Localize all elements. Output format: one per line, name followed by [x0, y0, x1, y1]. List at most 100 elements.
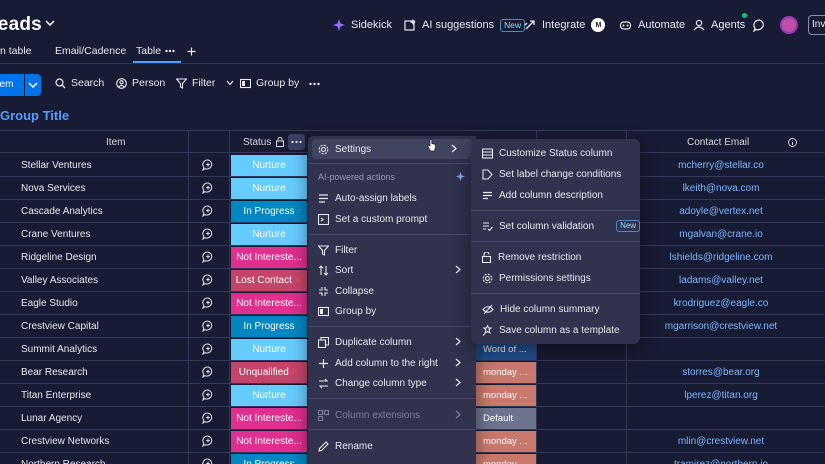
item-name[interactable]: Cascade Analytics — [21, 206, 103, 217]
group-by-button[interactable]: Group by — [240, 77, 299, 89]
integrate-button[interactable]: Integrate M — [524, 16, 606, 34]
contact-email[interactable]: ladams@valley.net — [626, 275, 816, 286]
status-badge[interactable]: Nurture — [231, 385, 307, 406]
more-icon[interactable] — [165, 49, 175, 53]
contact-email[interactable]: mgalvan@crane.io — [626, 229, 816, 240]
submenu-item-remove-restriction[interactable]: Remove restriction — [471, 247, 640, 267]
tab-table[interactable]: Table — [136, 45, 161, 57]
submenu-item-label-conditions[interactable]: Set label change conditions — [471, 164, 640, 184]
add-view-icon[interactable] — [187, 47, 196, 56]
menu-item-filter[interactable]: Filter — [308, 240, 476, 260]
column-header-contact-email[interactable]: Contact Email — [687, 137, 749, 148]
chevron-down-icon[interactable] — [226, 80, 234, 86]
contact-email[interactable]: mgarrison@crestview.net — [626, 321, 816, 332]
contact-email[interactable]: mcherry@stellar.co — [626, 160, 816, 171]
add-update-icon[interactable] — [202, 458, 214, 464]
submenu-item-save-template[interactable]: Save column as a template — [471, 320, 640, 340]
status-badge[interactable]: Not Intereste... — [231, 293, 307, 314]
menu-item-add-right[interactable]: Add column to the right — [308, 353, 476, 373]
item-name[interactable]: Crane Ventures — [21, 229, 91, 240]
status-badge[interactable]: Not Intereste... — [231, 431, 307, 452]
add-update-icon[interactable] — [202, 435, 214, 447]
source-badge[interactable]: monday ... — [476, 431, 536, 452]
status-badge[interactable]: Lost Contact ✕ — [231, 270, 307, 291]
ai-suggestions-button[interactable]: AI suggestions New — [404, 16, 526, 34]
status-badge[interactable]: Not Intereste... — [231, 408, 307, 429]
add-update-icon[interactable] — [202, 205, 214, 217]
item-name[interactable]: Crestview Capital — [21, 321, 99, 332]
submenu-item-customize[interactable]: Customize Status column — [471, 143, 640, 163]
invite-button[interactable]: Inv — [808, 15, 825, 35]
contact-email[interactable]: storres@bear.org — [626, 367, 816, 378]
add-update-icon[interactable] — [202, 274, 214, 286]
status-badge[interactable]: Nurture — [231, 339, 307, 360]
menu-item-auto-assign[interactable]: Auto-assign labels — [308, 188, 476, 208]
item-name[interactable]: Bear Research — [21, 367, 88, 378]
item-name[interactable]: Valley Associates — [21, 275, 98, 286]
new-item-dropdown[interactable] — [25, 74, 41, 96]
item-name[interactable]: Nova Services — [21, 183, 85, 194]
source-badge[interactable]: Default — [476, 408, 536, 429]
source-badge[interactable]: monday ... — [476, 385, 536, 406]
automate-button[interactable]: Automate — [619, 16, 685, 34]
menu-item-sort[interactable]: Sort — [308, 260, 476, 280]
submenu-item-validation[interactable]: Set column validation New — [471, 216, 641, 236]
person-filter-button[interactable]: Person — [116, 77, 165, 89]
add-update-icon[interactable] — [202, 366, 214, 378]
tab-main-table[interactable]: n table — [0, 45, 32, 57]
column-menu-button[interactable] — [288, 134, 305, 150]
item-name[interactable]: Crestview Networks — [21, 436, 109, 447]
sidekick-button[interactable]: Sidekick — [333, 16, 392, 34]
search-button[interactable]: Search — [55, 77, 104, 89]
status-badge[interactable]: In Progress — [231, 454, 307, 464]
submenu-item-permissions[interactable]: Permissions settings — [471, 268, 640, 288]
add-update-icon[interactable] — [202, 228, 214, 240]
item-name[interactable]: Northern Research — [21, 459, 105, 464]
menu-item-duplicate[interactable]: Duplicate column — [308, 332, 476, 352]
add-update-icon[interactable] — [202, 297, 214, 309]
source-badge[interactable]: monday ... — [476, 362, 536, 383]
menu-item-group-by[interactable]: Group by — [308, 301, 476, 321]
item-name[interactable]: Titan Enterprise — [21, 390, 91, 401]
submenu-item-hide-summary[interactable]: Hide column summary — [471, 299, 640, 319]
new-item-button[interactable]: Item — [0, 74, 24, 96]
info-icon[interactable] — [788, 138, 797, 147]
contact-email[interactable]: lperez@titan.org — [626, 390, 816, 401]
add-update-icon[interactable] — [202, 182, 214, 194]
status-badge[interactable]: Nurture — [231, 178, 307, 199]
board-title[interactable]: Leads — [0, 14, 42, 36]
contact-email[interactable]: lshields@ridgeline.com — [626, 252, 816, 263]
add-update-icon[interactable] — [202, 412, 214, 424]
item-name[interactable]: Ridgeline Design — [21, 252, 97, 263]
group-title[interactable]: Group Title — [0, 108, 69, 123]
status-badge[interactable]: Not Intereste... — [231, 247, 307, 268]
item-name[interactable]: Summit Analytics — [21, 344, 97, 355]
item-name[interactable]: Eagle Studio — [21, 298, 78, 309]
add-update-icon[interactable] — [202, 320, 214, 332]
contact-email[interactable]: krodriguez@eagle.co — [626, 298, 816, 309]
menu-item-settings[interactable]: Settings — [312, 139, 472, 159]
status-badge[interactable]: Nurture — [231, 155, 307, 176]
contact-email[interactable]: lkeith@nova.com — [626, 183, 816, 194]
item-name[interactable]: Stellar Ventures — [21, 160, 92, 171]
contact-email[interactable]: tramirez@northern.io — [626, 459, 816, 464]
item-name[interactable]: Lunar Agency — [21, 413, 82, 424]
avatar[interactable] — [780, 16, 798, 34]
menu-item-custom-prompt[interactable]: Set a custom prompt — [308, 209, 476, 229]
agents-button[interactable]: Agents — [693, 16, 745, 34]
filter-button[interactable]: Filter — [176, 77, 234, 89]
column-header-item[interactable]: Item — [106, 137, 125, 148]
status-badge[interactable]: In Progress — [231, 201, 307, 222]
add-update-icon[interactable] — [202, 343, 214, 355]
menu-item-change-type[interactable]: Change column type — [308, 373, 476, 393]
contact-email[interactable]: adoyle@vertex.net — [626, 206, 816, 217]
contact-email[interactable]: mlin@crestview.net — [626, 436, 816, 447]
status-badge[interactable]: Nurture — [231, 224, 307, 245]
chat-icon[interactable] — [753, 19, 766, 32]
chevron-down-icon[interactable] — [44, 17, 56, 29]
menu-item-collapse[interactable]: Collapse — [308, 281, 476, 301]
add-update-icon[interactable] — [202, 389, 214, 401]
submenu-item-description[interactable]: Add column description — [471, 185, 640, 205]
add-update-icon[interactable] — [202, 251, 214, 263]
tab-email-cadence[interactable]: Email/Cadence — [55, 45, 126, 57]
